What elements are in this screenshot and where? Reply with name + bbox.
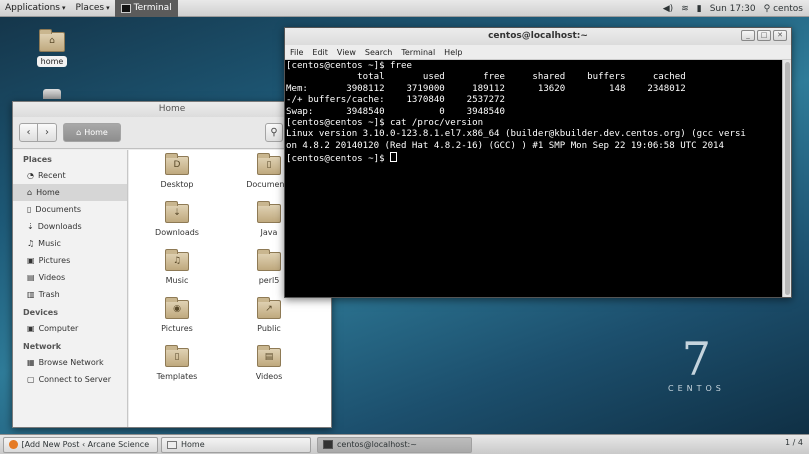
folder-music[interactable]: ♫ Music xyxy=(137,249,217,285)
sidebar-item-pictures[interactable]: ▣ Pictures xyxy=(13,252,127,269)
computer-icon: ▣ xyxy=(27,324,35,333)
places-header: Places xyxy=(23,155,52,164)
folder-icon: ▯ xyxy=(165,345,189,367)
sidebar-item-connect-server[interactable]: ▢ Connect to Server xyxy=(13,371,127,388)
desktop-home-folder[interactable]: ⌂ home xyxy=(32,29,72,67)
chevron-left-icon: ‹ xyxy=(26,127,31,138)
text-cursor xyxy=(390,152,398,163)
search-icon: ⚲ xyxy=(270,127,278,138)
sidebar-item-computer[interactable]: ▣ Computer xyxy=(13,320,127,337)
folder-desktop[interactable]: D Desktop xyxy=(137,153,217,189)
applications-menu[interactable]: Applications ▾ xyxy=(0,0,71,17)
desktop-trash[interactable] xyxy=(32,89,72,99)
sidebar-item-music[interactable]: ♫ Music xyxy=(13,235,127,252)
film-icon: ▤ xyxy=(27,273,35,282)
maximize-button[interactable]: □ xyxy=(757,30,771,41)
firefox-icon xyxy=(9,440,18,449)
close-button[interactable]: ✕ xyxy=(773,30,787,41)
sidebar-item-documents[interactable]: ▯ Documents xyxy=(13,201,127,218)
centos-brand: 7 CENTOS xyxy=(668,332,725,393)
path-home-button[interactable]: ⌂ Home xyxy=(63,123,121,142)
menu-terminal[interactable]: Terminal xyxy=(401,48,435,57)
menu-edit[interactable]: Edit xyxy=(312,48,328,57)
sidebar-item-home[interactable]: ⌂ Home xyxy=(13,184,127,201)
home-icon: ⌂ xyxy=(76,128,82,137)
terminal-icon xyxy=(120,3,131,13)
folder-icon: ↗ xyxy=(257,297,281,319)
terminal-output[interactable]: [centos@centos ~]$ free total used free … xyxy=(285,60,791,284)
terminal-scrollbar[interactable] xyxy=(782,60,791,297)
folder-icon xyxy=(257,249,281,271)
home-icon: ⌂ xyxy=(27,188,33,197)
top-panel: Applications ▾ Places ▾ Terminal ◀) ≋ ▮ Su… xyxy=(0,0,809,17)
folder-templates[interactable]: ▯ Templates xyxy=(137,345,217,381)
wifi-icon[interactable]: ≋ xyxy=(681,4,689,14)
clock[interactable]: Sun 17:30 xyxy=(710,4,756,14)
menu-view[interactable]: View xyxy=(337,48,356,57)
folder-icon: ♫ xyxy=(165,249,189,271)
search-button[interactable]: ⚲ xyxy=(265,123,283,142)
sidebar-item-downloads[interactable]: ⇣ Downloads xyxy=(13,218,127,235)
devices-header: Devices xyxy=(23,308,58,317)
folder-pictures[interactable]: ◉ Pictures xyxy=(137,297,217,333)
sidebar-item-browse-network[interactable]: ▦ Browse Network xyxy=(13,354,127,371)
taskbar-firefox[interactable]: [Add New Post ‹ Arcane Science ... xyxy=(3,436,158,453)
workspace-pager[interactable]: 1 / 4 xyxy=(785,438,803,447)
terminal-window: centos@localhost:~ _ □ ✕ File Edit View … xyxy=(284,27,792,298)
folder-public[interactable]: ↗ Public xyxy=(229,297,309,333)
chevron-right-icon: › xyxy=(45,127,49,138)
terminal-title: centos@localhost:~ xyxy=(285,28,791,45)
recent-icon: ◔ xyxy=(27,171,34,180)
music-icon: ♫ xyxy=(27,239,35,248)
files-icon xyxy=(167,440,177,449)
server-icon: ▢ xyxy=(27,375,35,384)
folder-icon: D xyxy=(165,153,189,175)
trash-icon: ▥ xyxy=(27,290,35,299)
sidebar-item-trash[interactable]: ▥ Trash xyxy=(13,286,127,303)
download-icon: ⇣ xyxy=(27,222,34,231)
folder-videos[interactable]: ▤ Videos xyxy=(229,345,309,381)
back-button[interactable]: ‹ xyxy=(19,123,38,142)
terminal-menubar: File Edit View Search Terminal Help xyxy=(285,45,791,60)
folder-icon: ▯ xyxy=(257,153,281,175)
menu-search[interactable]: Search xyxy=(365,48,392,57)
bottom-taskbar: [Add New Post ‹ Arcane Science ... Home … xyxy=(0,434,809,454)
folder-icon: ⌂ xyxy=(39,29,65,52)
menu-file[interactable]: File xyxy=(290,48,303,57)
network-header: Network xyxy=(23,342,62,351)
sidebar-item-videos[interactable]: ▤ Videos xyxy=(13,269,127,286)
trash-icon xyxy=(43,89,61,99)
folder-icon: ⇣ xyxy=(165,201,189,223)
document-icon: ▯ xyxy=(27,205,32,214)
camera-icon: ▣ xyxy=(27,256,35,265)
sidebar: Places ◔ Recent ⌂ Home ▯ Documents ⇣ Downloa… xyxy=(13,150,128,427)
user-menu[interactable]: ⚲ centos xyxy=(764,4,803,14)
folder-icon xyxy=(257,201,281,223)
taskbar-home[interactable]: Home xyxy=(161,436,311,453)
places-menu[interactable]: Places ▾ xyxy=(71,0,115,17)
sidebar-item-recent[interactable]: ◔ Recent xyxy=(13,167,127,184)
taskbar-terminal[interactable]: centos@localhost:~ xyxy=(317,436,472,453)
battery-icon[interactable]: ▮ xyxy=(697,4,702,14)
volume-icon[interactable]: ◀) xyxy=(663,4,673,14)
folder-downloads[interactable]: ⇣ Downloads xyxy=(137,201,217,237)
forward-button[interactable]: › xyxy=(38,123,57,142)
network-icon: ▦ xyxy=(27,358,35,367)
active-app-menu[interactable]: Terminal xyxy=(114,0,178,17)
folder-icon: ◉ xyxy=(165,297,189,319)
minimize-button[interactable]: _ xyxy=(741,30,755,41)
menu-help[interactable]: Help xyxy=(444,48,462,57)
terminal-icon xyxy=(323,440,333,449)
folder-icon: ▤ xyxy=(257,345,281,367)
